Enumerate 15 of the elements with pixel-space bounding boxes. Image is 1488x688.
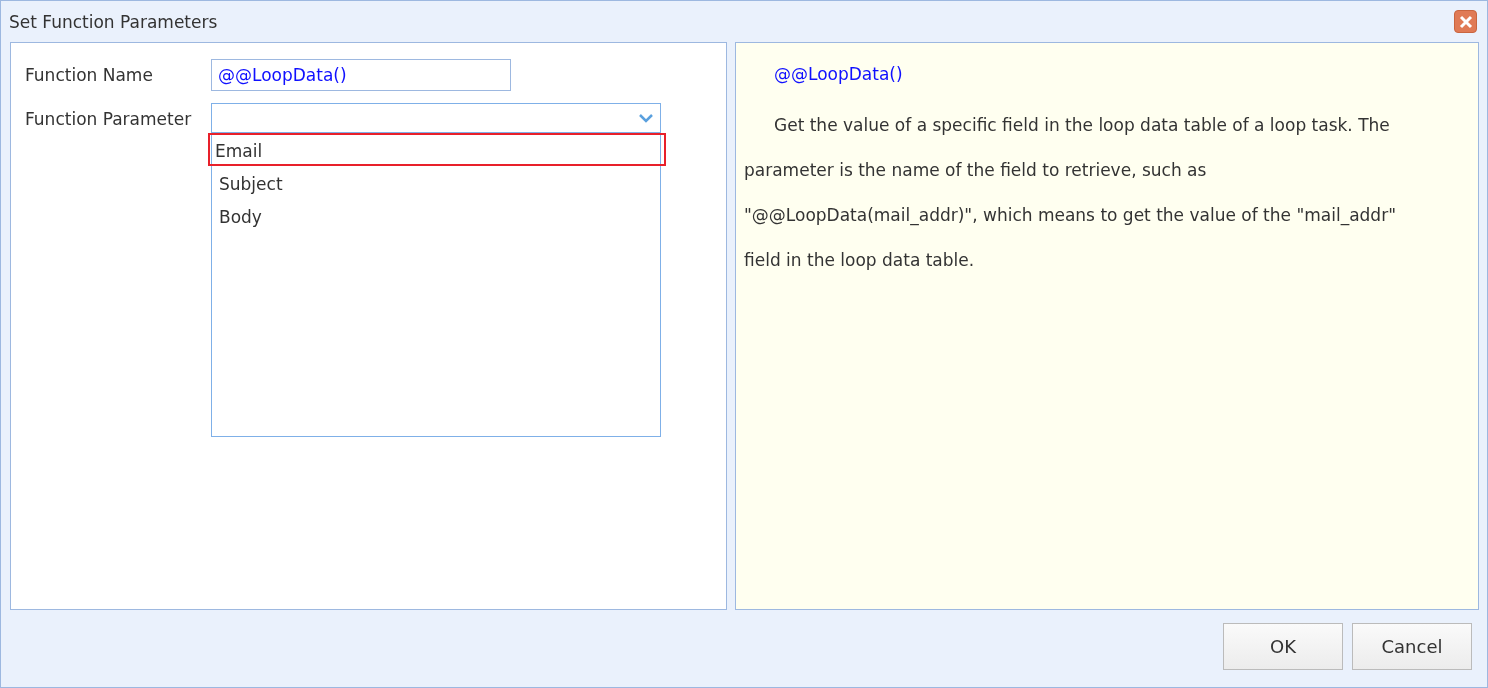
help-text: Get the value of a specific field in the loop data table of a loop task. The parameter is the name of the field to retrieve, such as "@@LoopData(mail_addr)", which means to get the value of the "mail_addr" field in the loop data table.	[744, 114, 1397, 272]
function-parameter-dropdown[interactable]	[211, 103, 661, 133]
dropdown-option[interactable]: Body	[212, 199, 660, 232]
function-parameter-label: Function Parameter	[25, 108, 193, 131]
close-icon	[1458, 14, 1473, 29]
dropdown-option[interactable]: Email	[208, 133, 666, 166]
ok-button[interactable]: OK	[1223, 623, 1343, 670]
function-name-label: Function Name	[25, 64, 154, 87]
cancel-button[interactable]: Cancel	[1352, 623, 1472, 670]
close-button[interactable]	[1454, 10, 1477, 33]
help-title: @@LoopData()	[773, 63, 904, 86]
window-title: Set Function Parameters	[9, 11, 218, 32]
dropdown-option[interactable]: Subject	[212, 166, 660, 199]
chevron-down-icon	[638, 113, 654, 123]
function-name-field[interactable]: @@LoopData()	[211, 59, 511, 91]
